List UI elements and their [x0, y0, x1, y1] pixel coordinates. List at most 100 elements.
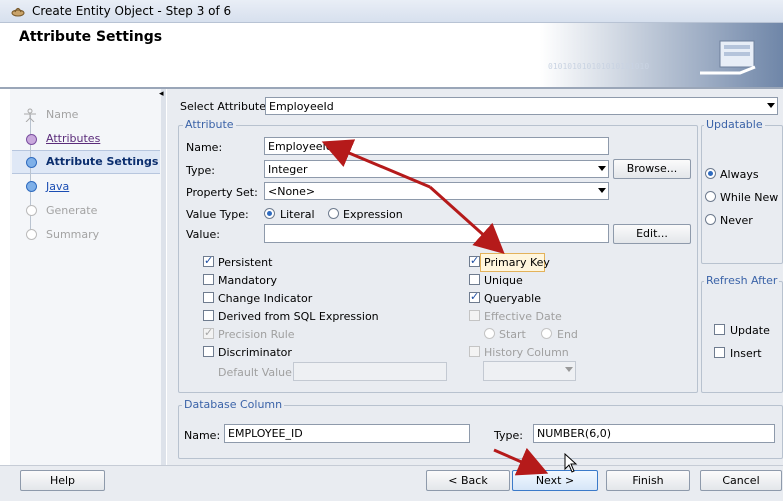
db-type-field[interactable]: NUMBER(6,0) [533, 424, 775, 443]
wizard-steps-panel [10, 89, 162, 465]
change-indicator-label: Change Indicator [218, 292, 313, 305]
refresh-update-label: Update [730, 324, 770, 337]
effective-date-label: Effective Date [484, 310, 562, 323]
db-type-value: NUMBER(6,0) [537, 427, 611, 440]
cancel-button[interactable]: Cancel [700, 470, 782, 491]
history-column-combo [483, 361, 576, 381]
step-generate: Generate [46, 204, 98, 217]
expression-label: Expression [343, 208, 403, 221]
db-name-label: Name: [184, 429, 221, 442]
literal-label: Literal [280, 208, 315, 221]
step-dot-attributes [26, 134, 37, 145]
updatable-title: Updatable [704, 118, 765, 131]
discriminator-checkbox[interactable] [203, 346, 214, 357]
next-button[interactable]: Next > [512, 470, 598, 491]
step-dot-attribute-settings [26, 157, 37, 168]
jdeveloper-app-icon [11, 7, 25, 17]
refresh-after-group [701, 281, 783, 393]
precision-rule-label: Precision Rule [218, 328, 295, 341]
refresh-after-title: Refresh After [704, 274, 780, 287]
browse-button[interactable]: Browse... [613, 159, 691, 179]
mandatory-label: Mandatory [218, 274, 278, 287]
name-field[interactable]: EmployeeId [264, 137, 609, 155]
queryable-checkbox[interactable] [469, 290, 480, 303]
step-java[interactable]: Java [46, 180, 69, 193]
db-name-value: EMPLOYEE_ID [228, 427, 303, 440]
default-value-field [293, 362, 447, 381]
while-new-label: While New [720, 191, 779, 204]
collapse-arrow-icon[interactable]: ◂ [159, 89, 164, 99]
while-new-radio[interactable] [705, 191, 716, 202]
history-column-checkbox [469, 346, 480, 357]
type-label: Type: [186, 164, 215, 177]
back-button[interactable]: < Back [426, 470, 510, 491]
select-attribute-label: Select Attribute [180, 100, 267, 113]
type-combo-value: Integer [268, 163, 308, 176]
splitter[interactable] [161, 89, 166, 465]
start-label: Start [499, 328, 526, 341]
queryable-label: Queryable [484, 292, 541, 305]
chevron-down-icon [565, 367, 573, 372]
primary-key-label: Primary Key [484, 256, 550, 269]
value-field[interactable] [264, 224, 609, 243]
discriminator-label: Discriminator [218, 346, 292, 359]
edit-button[interactable]: Edit... [613, 224, 691, 244]
refresh-update-checkbox[interactable] [714, 324, 725, 335]
mouse-cursor-icon [564, 453, 578, 473]
persistent-label: Persistent [218, 256, 273, 269]
mandatory-checkbox[interactable] [203, 274, 214, 285]
step-summary: Summary [46, 228, 100, 241]
value-label: Value: [186, 228, 220, 241]
expression-radio[interactable] [328, 208, 339, 219]
never-label: Never [720, 214, 753, 227]
property-set-value: <None> [268, 185, 316, 198]
derived-sql-checkbox[interactable] [203, 310, 214, 321]
finish-button[interactable]: Finish [606, 470, 690, 491]
name-field-value: EmployeeId [268, 140, 333, 153]
default-value-label: Default Value: [218, 366, 296, 379]
step-dot-summary [26, 229, 37, 240]
select-attribute-combo[interactable]: EmployeeId [265, 97, 778, 115]
change-indicator-checkbox[interactable] [203, 292, 214, 303]
unique-checkbox[interactable] [469, 274, 480, 285]
always-radio[interactable] [705, 168, 716, 179]
precision-rule-checkbox [203, 326, 214, 339]
literal-radio[interactable] [264, 208, 275, 219]
chevron-down-icon [598, 188, 606, 193]
always-label: Always [720, 168, 759, 181]
step-dot-java [26, 181, 37, 192]
window-title: Create Entity Object - Step 3 of 6 [32, 4, 232, 18]
never-radio[interactable] [705, 214, 716, 225]
person-icon [24, 108, 36, 122]
type-combo[interactable]: Integer [264, 160, 609, 178]
steps-track-line [30, 115, 31, 235]
db-type-label: Type: [494, 429, 523, 442]
unique-label: Unique [484, 274, 523, 287]
chevron-down-icon [767, 103, 775, 108]
svg-text:010101010101010101010: 010101010101010101010 [548, 62, 649, 71]
database-column-title: Database Column [182, 398, 285, 411]
name-label: Name: [186, 141, 223, 154]
step-attribute-settings[interactable]: Attribute Settings [46, 155, 158, 168]
header-banner-art: 010101010101010101010 [540, 23, 783, 87]
step-attributes[interactable]: Attributes [46, 132, 100, 145]
help-button[interactable]: Help [20, 470, 105, 491]
start-radio [484, 328, 495, 339]
page-title: Attribute Settings [19, 29, 163, 45]
attribute-group-title: Attribute [183, 118, 236, 131]
property-set-label: Property Set: [186, 186, 258, 199]
refresh-insert-checkbox[interactable] [714, 347, 725, 358]
select-attribute-value: EmployeeId [269, 100, 334, 113]
primary-key-checkbox[interactable] [469, 254, 480, 267]
persistent-checkbox[interactable] [203, 254, 214, 267]
derived-sql-label: Derived from SQL Expression [218, 310, 379, 323]
step-dot-generate [26, 205, 37, 216]
effective-date-checkbox [469, 310, 480, 321]
end-radio [541, 328, 552, 339]
db-name-field[interactable]: EMPLOYEE_ID [224, 424, 470, 443]
refresh-insert-label: Insert [730, 347, 762, 360]
value-type-label: Value Type: [186, 208, 249, 221]
end-label: End [557, 328, 578, 341]
property-set-combo[interactable]: <None> [264, 182, 609, 200]
step-name: Name [46, 108, 79, 121]
